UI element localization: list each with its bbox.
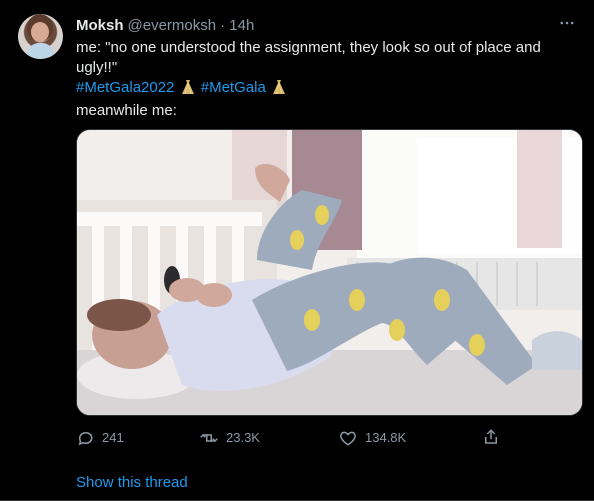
author-avatar[interactable] xyxy=(18,14,63,59)
like-button[interactable]: 134.8K xyxy=(339,428,406,448)
retweet-icon xyxy=(200,433,218,443)
author-name[interactable]: Moksh xyxy=(76,17,124,34)
more-options-button[interactable] xyxy=(556,12,578,34)
avatar-body xyxy=(27,43,54,59)
like-count: 134.8K xyxy=(365,430,407,445)
dress-emoji-icon xyxy=(181,79,195,101)
hashtag-metgala[interactable]: #MetGala xyxy=(201,79,266,96)
tweet-timestamp[interactable]: · 14h xyxy=(220,17,254,34)
retweet-button[interactable]: 23.3K xyxy=(200,428,260,448)
show-thread-link[interactable]: Show this thread xyxy=(76,474,188,491)
dress-emoji-icon xyxy=(272,79,286,101)
heart-icon xyxy=(340,431,356,446)
hashtag-line: #MetGala2022 #MetGala xyxy=(76,78,576,101)
tweet[interactable]: Moksh @evermoksh · 14h me: "no one under… xyxy=(0,0,594,501)
bedroom-photo xyxy=(77,130,582,415)
tweet-text: me: "no one understood the assignment, t… xyxy=(76,38,576,121)
tweet-header: Moksh @evermoksh · 14h xyxy=(76,15,578,35)
tweet-line-1: me: "no one understood the assignment, t… xyxy=(76,39,541,76)
reply-count: 241 xyxy=(102,430,124,445)
tweet-media-image[interactable] xyxy=(76,129,583,416)
avatar-face xyxy=(31,22,49,42)
share-button[interactable] xyxy=(482,428,500,446)
retweet-count: 23.3K xyxy=(226,430,260,445)
tweet-line-3: meanwhile me: xyxy=(76,102,177,119)
reply-button[interactable]: 241 xyxy=(76,428,124,448)
share-icon xyxy=(485,429,497,444)
more-horizontal-icon xyxy=(560,21,574,25)
reply-icon xyxy=(78,431,93,446)
author-handle[interactable]: @evermoksh xyxy=(128,17,217,34)
hashtag-metgala2022[interactable]: #MetGala2022 xyxy=(76,79,174,96)
tweet-actions: 241 23.3K 134.8K xyxy=(76,428,506,448)
